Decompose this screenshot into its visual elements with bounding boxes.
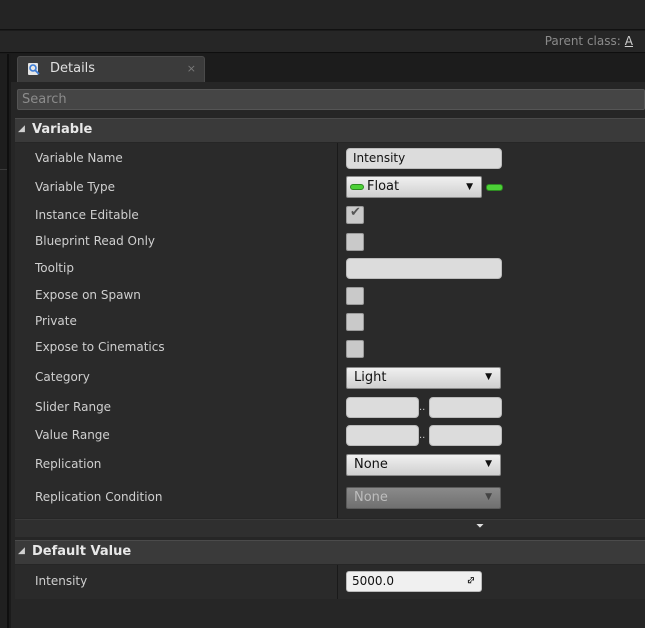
property-row-expose-to-cinematics: Expose to Cinematics xyxy=(15,336,645,358)
variable-name-field[interactable]: Intensity xyxy=(346,148,502,169)
property-label: Expose to Cinematics xyxy=(35,340,165,354)
replication-value: None xyxy=(354,457,388,472)
property-row-tooltip: Tooltip xyxy=(15,257,645,279)
category-combo[interactable]: Light ▼ xyxy=(346,367,501,389)
property-row-expose-on-spawn: Expose on Spawn xyxy=(15,284,645,306)
replication-condition-combo: None ▼ xyxy=(346,487,501,509)
parent-class-label: Parent class: A xyxy=(545,34,633,48)
checkmark-icon: ✔ xyxy=(350,205,361,220)
search-box[interactable] xyxy=(17,89,645,110)
property-label: Variable Name xyxy=(35,151,123,165)
tab-details[interactable]: Details × xyxy=(17,56,205,82)
chevron-down-icon[interactable]: ▼ xyxy=(485,459,492,469)
advanced-expander[interactable]: ⏷ xyxy=(15,519,645,537)
details-panel: Details × ◢ Variable Variable Name Inten… xyxy=(11,54,645,628)
property-label: Intensity xyxy=(35,574,88,588)
replication-condition-value: None xyxy=(354,490,388,505)
category-header-default-value[interactable]: ◢ Default Value xyxy=(15,540,645,564)
category-title-default-value: Default Value xyxy=(32,544,132,559)
private-checkbox[interactable] xyxy=(346,313,364,331)
slider-range-max-field[interactable] xyxy=(429,397,502,418)
search-input[interactable] xyxy=(18,90,644,109)
tab-strip: Details × xyxy=(11,54,645,82)
property-label: Tooltip xyxy=(35,261,74,275)
blueprint-read-only-checkbox[interactable] xyxy=(346,233,364,251)
category-header-variable[interactable]: ◢ Variable xyxy=(15,118,645,142)
chevron-down-icon: ▼ xyxy=(466,182,473,192)
parent-class-bar: Parent class: A xyxy=(0,31,645,53)
property-row-replication: Replication None ▼ xyxy=(15,453,645,477)
property-label: Instance Editable xyxy=(35,208,139,222)
property-label: Expose on Spawn xyxy=(35,288,141,302)
container-type-icon[interactable] xyxy=(486,184,503,191)
top-toolbar-area xyxy=(0,0,645,30)
value-range-min-field[interactable] xyxy=(346,425,419,446)
property-label: Category xyxy=(35,370,90,384)
expand-advanced-icon[interactable]: ⏷ xyxy=(476,521,484,532)
expose-to-cinematics-checkbox[interactable] xyxy=(346,340,364,358)
close-icon[interactable]: × xyxy=(187,62,196,75)
property-label: Value Range xyxy=(35,428,110,442)
property-label: Blueprint Read Only xyxy=(35,234,156,248)
category-value: Light xyxy=(354,370,387,385)
chevron-down-icon[interactable]: ▼ xyxy=(485,372,492,382)
range-separator: .. xyxy=(419,430,426,441)
property-row-variable-name: Variable Name Intensity xyxy=(15,148,645,170)
instance-editable-checkbox[interactable]: ✔ xyxy=(346,205,364,224)
variable-type-combo[interactable]: Float ▼ xyxy=(346,176,482,198)
parent-class-text: Parent class: xyxy=(544,34,621,48)
category-title-variable: Variable xyxy=(32,122,93,137)
property-row-blueprint-read-only: Blueprint Read Only xyxy=(15,230,645,252)
slider-range-min-field[interactable] xyxy=(346,397,419,418)
value-range-max-field[interactable] xyxy=(429,425,502,446)
property-row-slider-range: Slider Range .. xyxy=(15,397,645,419)
reset-arrows-icon[interactable]: ⇕ xyxy=(463,573,479,589)
property-row-category: Category Light ▼ xyxy=(15,366,645,390)
property-row-variable-type: Variable Type Float ▼ xyxy=(15,176,645,200)
intensity-value-field[interactable]: 5000.0 ⇕ xyxy=(346,571,482,592)
range-separator: .. xyxy=(419,402,426,413)
collapse-arrow-icon[interactable]: ◢ xyxy=(18,124,25,134)
expose-on-spawn-checkbox[interactable] xyxy=(346,287,364,305)
replication-combo[interactable]: None ▼ xyxy=(346,454,501,476)
parent-class-link[interactable]: A xyxy=(625,34,633,48)
intensity-value: 5000.0 xyxy=(352,574,394,588)
property-label: Private xyxy=(35,314,77,328)
property-row-instance-editable: Instance Editable ✔ xyxy=(15,204,645,226)
variable-properties: Variable Name Intensity Variable Type Fl… xyxy=(15,143,645,518)
tab-details-label: Details xyxy=(50,61,96,76)
property-label: Replication xyxy=(35,457,102,471)
property-row-replication-condition: Replication Condition None ▼ xyxy=(15,486,645,512)
left-panel-inner xyxy=(0,169,7,628)
variable-type-value: Float xyxy=(367,179,400,194)
collapse-arrow-icon[interactable]: ◢ xyxy=(18,546,25,556)
chevron-down-icon: ▼ xyxy=(485,492,492,502)
magnifier-doc-icon xyxy=(28,63,40,75)
property-row-private: Private xyxy=(15,310,645,332)
left-panel-edge xyxy=(0,54,9,628)
property-row-intensity: Intensity 5000.0 ⇕ xyxy=(15,570,645,594)
property-label: Variable Type xyxy=(35,180,115,194)
property-row-value-range: Value Range .. xyxy=(15,425,645,447)
tooltip-field[interactable] xyxy=(346,258,502,279)
property-label: Slider Range xyxy=(35,400,112,414)
default-value-properties: Intensity 5000.0 ⇕ xyxy=(15,565,645,599)
property-label: Replication Condition xyxy=(35,490,163,504)
float-pin-icon xyxy=(350,184,364,190)
